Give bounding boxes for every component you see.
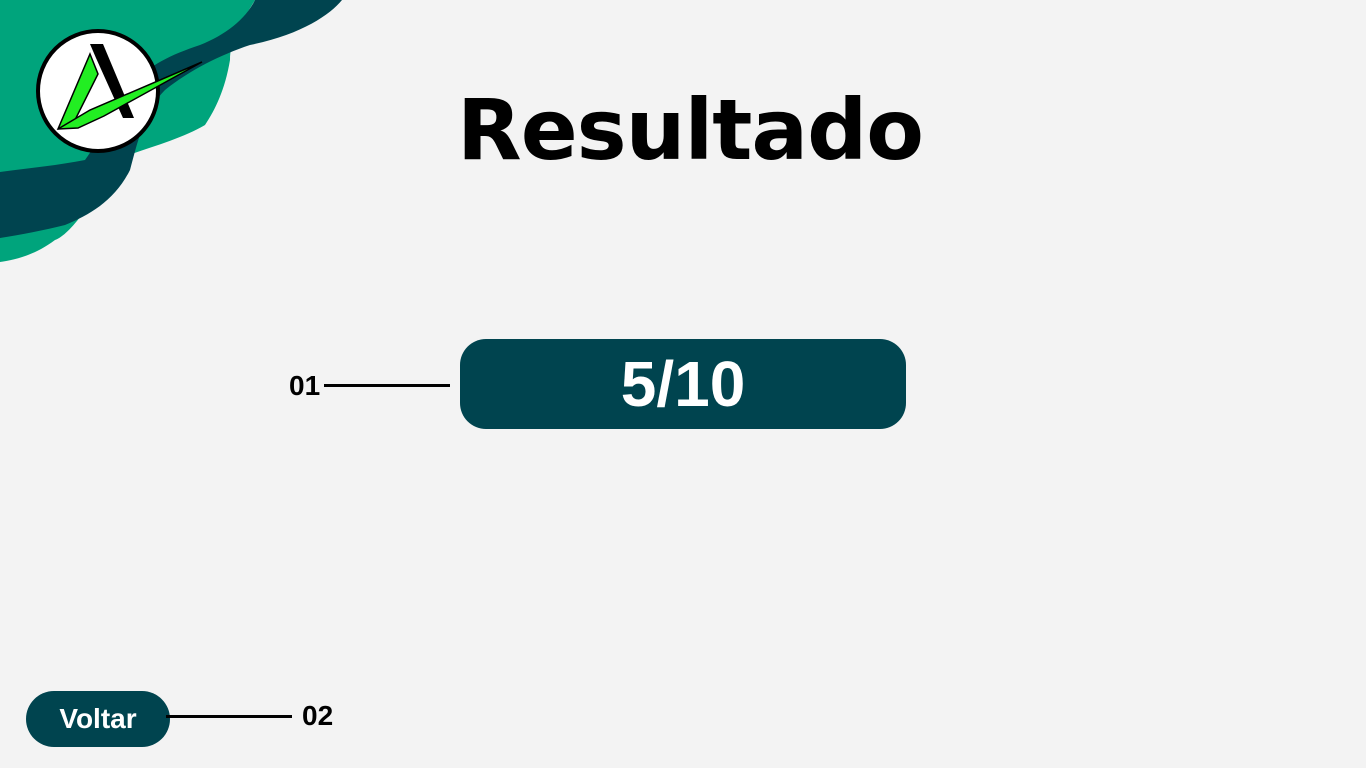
callout-marker-02: 02 (302, 700, 334, 731)
score-display: 5/10 (460, 339, 906, 429)
callout-line-01 (324, 384, 450, 387)
callout-line-02 (166, 715, 292, 718)
back-button[interactable]: Voltar (26, 691, 170, 747)
page-title: Resultado (457, 81, 924, 179)
callout-marker-01: 01 (289, 370, 321, 401)
score-value: 5/10 (620, 348, 746, 420)
back-button-label: Voltar (59, 703, 137, 734)
result-screen: Resultado 01 5/10 Voltar 02 (0, 0, 1366, 768)
